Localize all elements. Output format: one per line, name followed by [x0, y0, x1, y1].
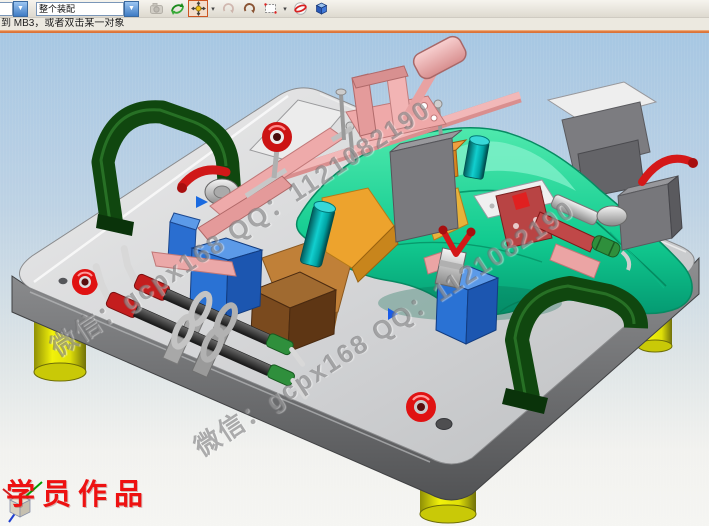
chevron-down-icon[interactable]: ▾ — [209, 1, 217, 16]
fixture-model — [0, 33, 709, 526]
main-toolbar: ▼ 整个装配 ▼ — [0, 0, 709, 18]
shaded-view-icon[interactable] — [311, 0, 331, 17]
four-way-arrow-icon[interactable] — [188, 0, 208, 17]
graphics-viewport[interactable]: 微信：gcpx168 QQ：1121082190 微信：gcpx168 QQ：1… — [0, 33, 709, 526]
selection-filter-combo[interactable]: ▼ — [1, 2, 28, 16]
chevron-down-icon[interactable]: ▾ — [281, 1, 289, 16]
refresh-arrows-icon[interactable] — [167, 0, 187, 17]
rotate-icon[interactable] — [239, 0, 259, 17]
rotate-disabled-icon[interactable] — [218, 0, 238, 17]
selection-scope-value[interactable]: 整个装配 — [36, 2, 124, 16]
selection-scope-combo[interactable]: 整个装配 ▼ — [36, 2, 139, 16]
toolbar-separator — [29, 1, 34, 16]
cad-application-window: ▼ 整个装配 ▼ — [0, 0, 709, 526]
toolbar-separator — [140, 1, 145, 16]
rectangle-select-icon[interactable] — [260, 0, 280, 17]
chevron-down-icon[interactable]: ▼ — [124, 1, 139, 17]
selection-filter-value[interactable] — [0, 2, 13, 16]
student-work-caption: 学员作品 — [6, 471, 150, 513]
snapshot-icon[interactable] — [146, 0, 166, 17]
chevron-down-icon[interactable]: ▼ — [13, 1, 28, 17]
status-prompt-bar: 到 MB3，或者双击某一对象 — [0, 18, 709, 30]
prompt-text: 到 MB3，或者双击某一对象 — [1, 18, 124, 29]
perspective-icon[interactable] — [290, 0, 310, 17]
